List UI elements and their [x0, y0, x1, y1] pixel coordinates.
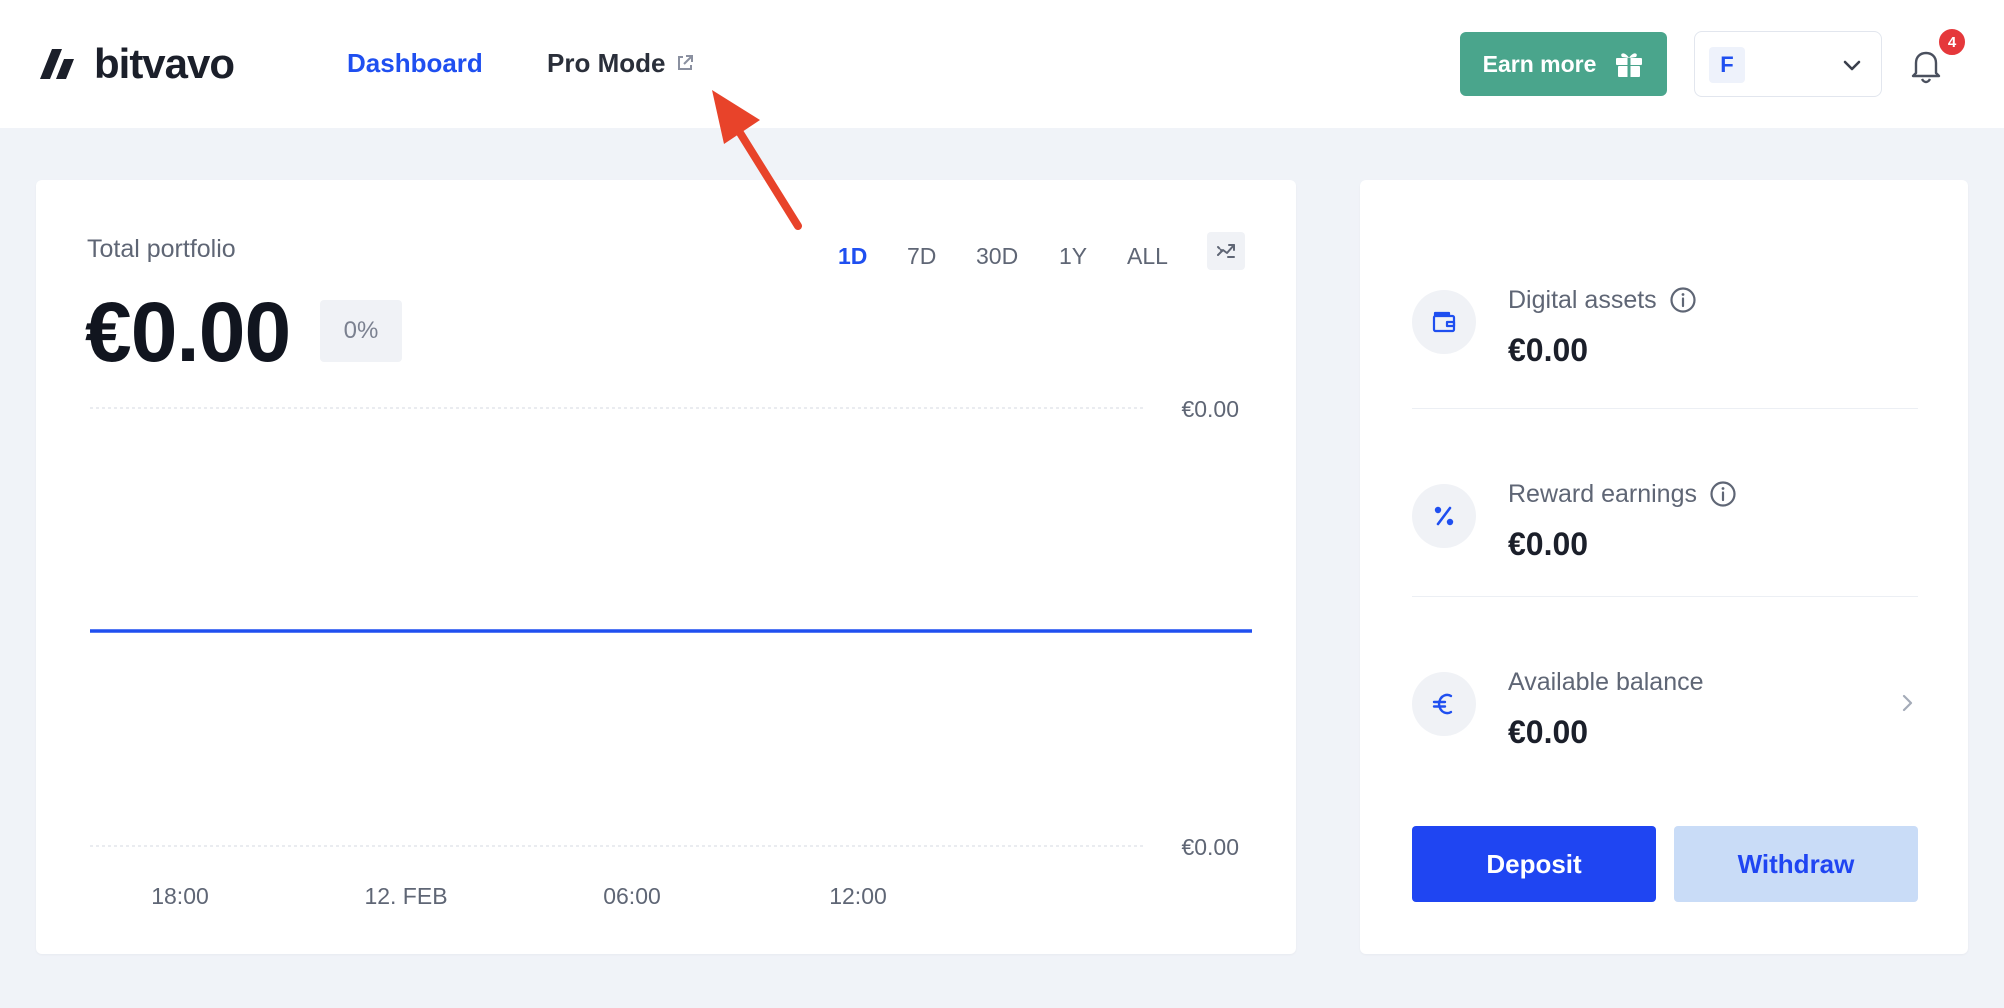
portfolio-chart: €0.00 €0.00 18:00 12. FEB 06:00 12:00 [90, 396, 1252, 909]
euro-icon [1432, 693, 1453, 715]
gift-icon [1616, 53, 1643, 77]
earn-more-button[interactable]: Earn more [1460, 32, 1667, 96]
available-balance-label: Available balance [1508, 668, 1704, 696]
bitvavo-logo-icon [40, 49, 74, 79]
chevron-down-icon [1843, 60, 1861, 71]
divider [1412, 408, 1918, 409]
percent-icon [1434, 506, 1454, 526]
balance-row-reward-earnings: Reward earnings €0.00 [1412, 464, 1918, 574]
euro-icon-wrap [1412, 672, 1476, 736]
annotation-arrow-icon [712, 90, 802, 230]
x-tick-label: 18:00 [151, 883, 209, 909]
deposit-button[interactable]: Deposit [1412, 826, 1656, 902]
reward-earnings-value: €0.00 [1508, 526, 1589, 562]
y-tick-label-bottom: €0.00 [1181, 834, 1239, 860]
nav-pro-mode-label: Pro Mode [547, 48, 666, 78]
brand-name: bitvavo [94, 40, 235, 87]
brand-logo[interactable]: bitvavo [38, 40, 235, 87]
wallet-icon [1432, 311, 1456, 333]
available-balance-value: €0.00 [1508, 714, 1589, 750]
earn-more-label: Earn more [1482, 50, 1597, 77]
top-header: bitvavo Dashboard Pro Mode Earn more F 4 [0, 0, 2004, 128]
nav-pro-mode[interactable]: Pro Mode [547, 46, 695, 80]
x-tick-label: 06:00 [603, 883, 661, 909]
y-tick-label-top: €0.00 [1181, 396, 1239, 422]
avatar: F [1709, 47, 1745, 83]
digital-assets-value: €0.00 [1508, 332, 1589, 368]
withdraw-button[interactable]: Withdraw [1674, 826, 1918, 902]
x-axis-ticks: 18:00 12. FEB 06:00 12:00 [151, 883, 887, 909]
notification-badge: 4 [1936, 26, 1968, 58]
x-tick-label: 12. FEB [364, 883, 447, 909]
divider [1412, 596, 1918, 597]
balance-row-available-balance[interactable]: Available balance €0.00 [1412, 652, 1918, 762]
wallet-icon-wrap [1412, 290, 1476, 354]
account-dropdown[interactable]: F [1694, 31, 1882, 97]
reward-earnings-label-wrap: Reward earnings [1508, 478, 1737, 510]
available-balance-label-wrap: Available balance [1508, 666, 1704, 698]
info-icon[interactable] [1669, 286, 1697, 314]
info-icon[interactable] [1709, 480, 1737, 508]
nav-dashboard[interactable]: Dashboard [347, 46, 483, 80]
x-tick-label: 12:00 [829, 883, 887, 909]
reward-earnings-label: Reward earnings [1508, 480, 1697, 508]
chevron-right-icon [1902, 694, 1913, 712]
percent-icon-wrap [1412, 484, 1476, 548]
digital-assets-label-wrap: Digital assets [1508, 284, 1697, 316]
portfolio-card: Total portfolio €0.00 0% 1D 7D 30D 1Y AL… [36, 180, 1296, 954]
digital-assets-label: Digital assets [1508, 286, 1657, 314]
external-link-icon [678, 55, 694, 70]
balance-row-digital-assets: Digital assets €0.00 [1412, 270, 1918, 380]
balance-card: Digital assets €0.00 Reward earnings €0.… [1360, 180, 1968, 954]
